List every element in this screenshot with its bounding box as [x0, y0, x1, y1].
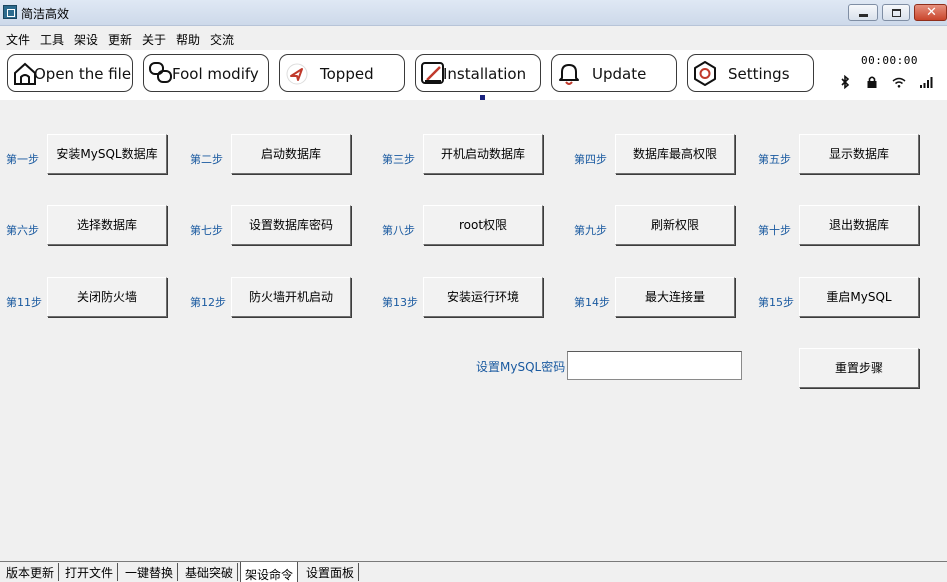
- close-icon: ✕: [926, 5, 937, 20]
- minimize-button[interactable]: [848, 4, 878, 21]
- database-privileges-button[interactable]: 数据库最高权限: [615, 134, 735, 174]
- maximize-button[interactable]: [882, 4, 910, 21]
- hexagon-icon: [694, 61, 716, 86]
- installation-button[interactable]: Installation: [415, 54, 541, 92]
- maximize-icon: [892, 9, 901, 17]
- menu-chat[interactable]: 交流: [210, 31, 234, 48]
- step-11-label: 第11步: [6, 296, 42, 309]
- autostart-database-button[interactable]: 开机启动数据库: [423, 134, 543, 174]
- set-database-password-button[interactable]: 设置数据库密码: [231, 205, 351, 245]
- menu-about[interactable]: 关于: [142, 31, 166, 48]
- step-12-label: 第12步: [190, 296, 226, 309]
- clock: 00:00:00: [861, 54, 918, 67]
- step-15-label: 第15步: [758, 296, 794, 309]
- bluetooth-icon: [841, 75, 850, 89]
- step-3-label: 第三步: [382, 153, 415, 166]
- link-icon: [149, 62, 172, 83]
- exit-database-button[interactable]: 退出数据库: [799, 205, 919, 245]
- tab-basic-breakthrough[interactable]: 基础突破: [181, 563, 239, 581]
- navigation-arrow-icon: [286, 63, 308, 85]
- bottom-tab-bar: 版本更新 打开文件 一键替换 基础突破 架设命令 设置面板: [0, 561, 947, 582]
- menu-help[interactable]: 帮助: [176, 31, 200, 48]
- step-13-label: 第13步: [382, 296, 418, 309]
- root-privileges-button[interactable]: root权限: [423, 205, 543, 245]
- step-14-label: 第14步: [574, 296, 610, 309]
- installation-label: Installation: [443, 65, 527, 83]
- menu-update[interactable]: 更新: [108, 31, 132, 48]
- select-database-button[interactable]: 选择数据库: [47, 205, 167, 245]
- step-8-label: 第八步: [382, 224, 415, 237]
- step-2-label: 第二步: [190, 153, 223, 166]
- step-6-label: 第六步: [6, 224, 39, 237]
- topped-button[interactable]: Topped: [279, 54, 405, 92]
- open-file-label: Open the file: [34, 65, 132, 83]
- title-bar: 简洁高效 ✕: [0, 0, 947, 26]
- update-label: Update: [592, 65, 647, 83]
- update-button[interactable]: Update: [551, 54, 677, 92]
- flush-privileges-button[interactable]: 刷新权限: [615, 205, 735, 245]
- disable-firewall-button[interactable]: 关闭防火墙: [47, 277, 167, 317]
- tab-one-click-replace[interactable]: 一键替换: [121, 563, 179, 581]
- menu-tools[interactable]: 工具: [40, 31, 64, 48]
- wifi-icon: [892, 77, 906, 88]
- show-databases-button[interactable]: 显示数据库: [799, 134, 919, 174]
- step-4-label: 第四步: [574, 153, 607, 166]
- step-7-label: 第七步: [190, 224, 223, 237]
- settings-label: Settings: [728, 65, 790, 83]
- restart-mysql-button[interactable]: 重启MySQL: [799, 277, 919, 317]
- lock-icon: [867, 76, 877, 88]
- install-mysql-button[interactable]: 安装MySQL数据库: [47, 134, 167, 174]
- mysql-password-label: 设置MySQL密码: [476, 360, 566, 374]
- selection-marker: [480, 95, 485, 100]
- start-database-button[interactable]: 启动数据库: [231, 134, 351, 174]
- fool-modify-button[interactable]: Fool modify: [143, 54, 269, 92]
- menu-file[interactable]: 文件: [6, 31, 30, 48]
- toolbar: Open the file Fool modify Topped Install…: [0, 50, 947, 100]
- settings-button[interactable]: Settings: [687, 54, 814, 92]
- step-1-label: 第一步: [6, 153, 39, 166]
- step-9-label: 第九步: [574, 224, 607, 237]
- step-5-label: 第五步: [758, 153, 791, 166]
- step-10-label: 第十步: [758, 224, 791, 237]
- signal-icon: [920, 77, 933, 88]
- window-title: 简洁高效: [21, 7, 70, 21]
- max-connections-button[interactable]: 最大连接量: [615, 277, 735, 317]
- tab-version-update[interactable]: 版本更新: [2, 563, 60, 581]
- minimize-icon: [859, 14, 868, 17]
- bell-icon: [559, 64, 579, 85]
- topped-label: Topped: [320, 65, 374, 83]
- open-file-button[interactable]: Open the file: [7, 54, 133, 92]
- firewall-autostart-button[interactable]: 防火墙开机启动: [231, 277, 351, 317]
- menu-bar: 文件 工具 架设 更新 关于 帮助 交流: [0, 28, 947, 48]
- fool-modify-label: Fool modify: [172, 65, 259, 83]
- install-runtime-button[interactable]: 安装运行环境: [423, 277, 543, 317]
- close-button[interactable]: ✕: [914, 4, 947, 21]
- menu-setup[interactable]: 架设: [74, 31, 98, 48]
- app-icon: [3, 5, 17, 19]
- tab-settings-panel[interactable]: 设置面板: [302, 563, 360, 581]
- reset-steps-button[interactable]: 重置步骤: [799, 348, 919, 388]
- mysql-password-input[interactable]: [567, 351, 742, 380]
- tab-open-file[interactable]: 打开文件: [61, 563, 119, 581]
- tab-setup-commands[interactable]: 架设命令: [240, 562, 299, 582]
